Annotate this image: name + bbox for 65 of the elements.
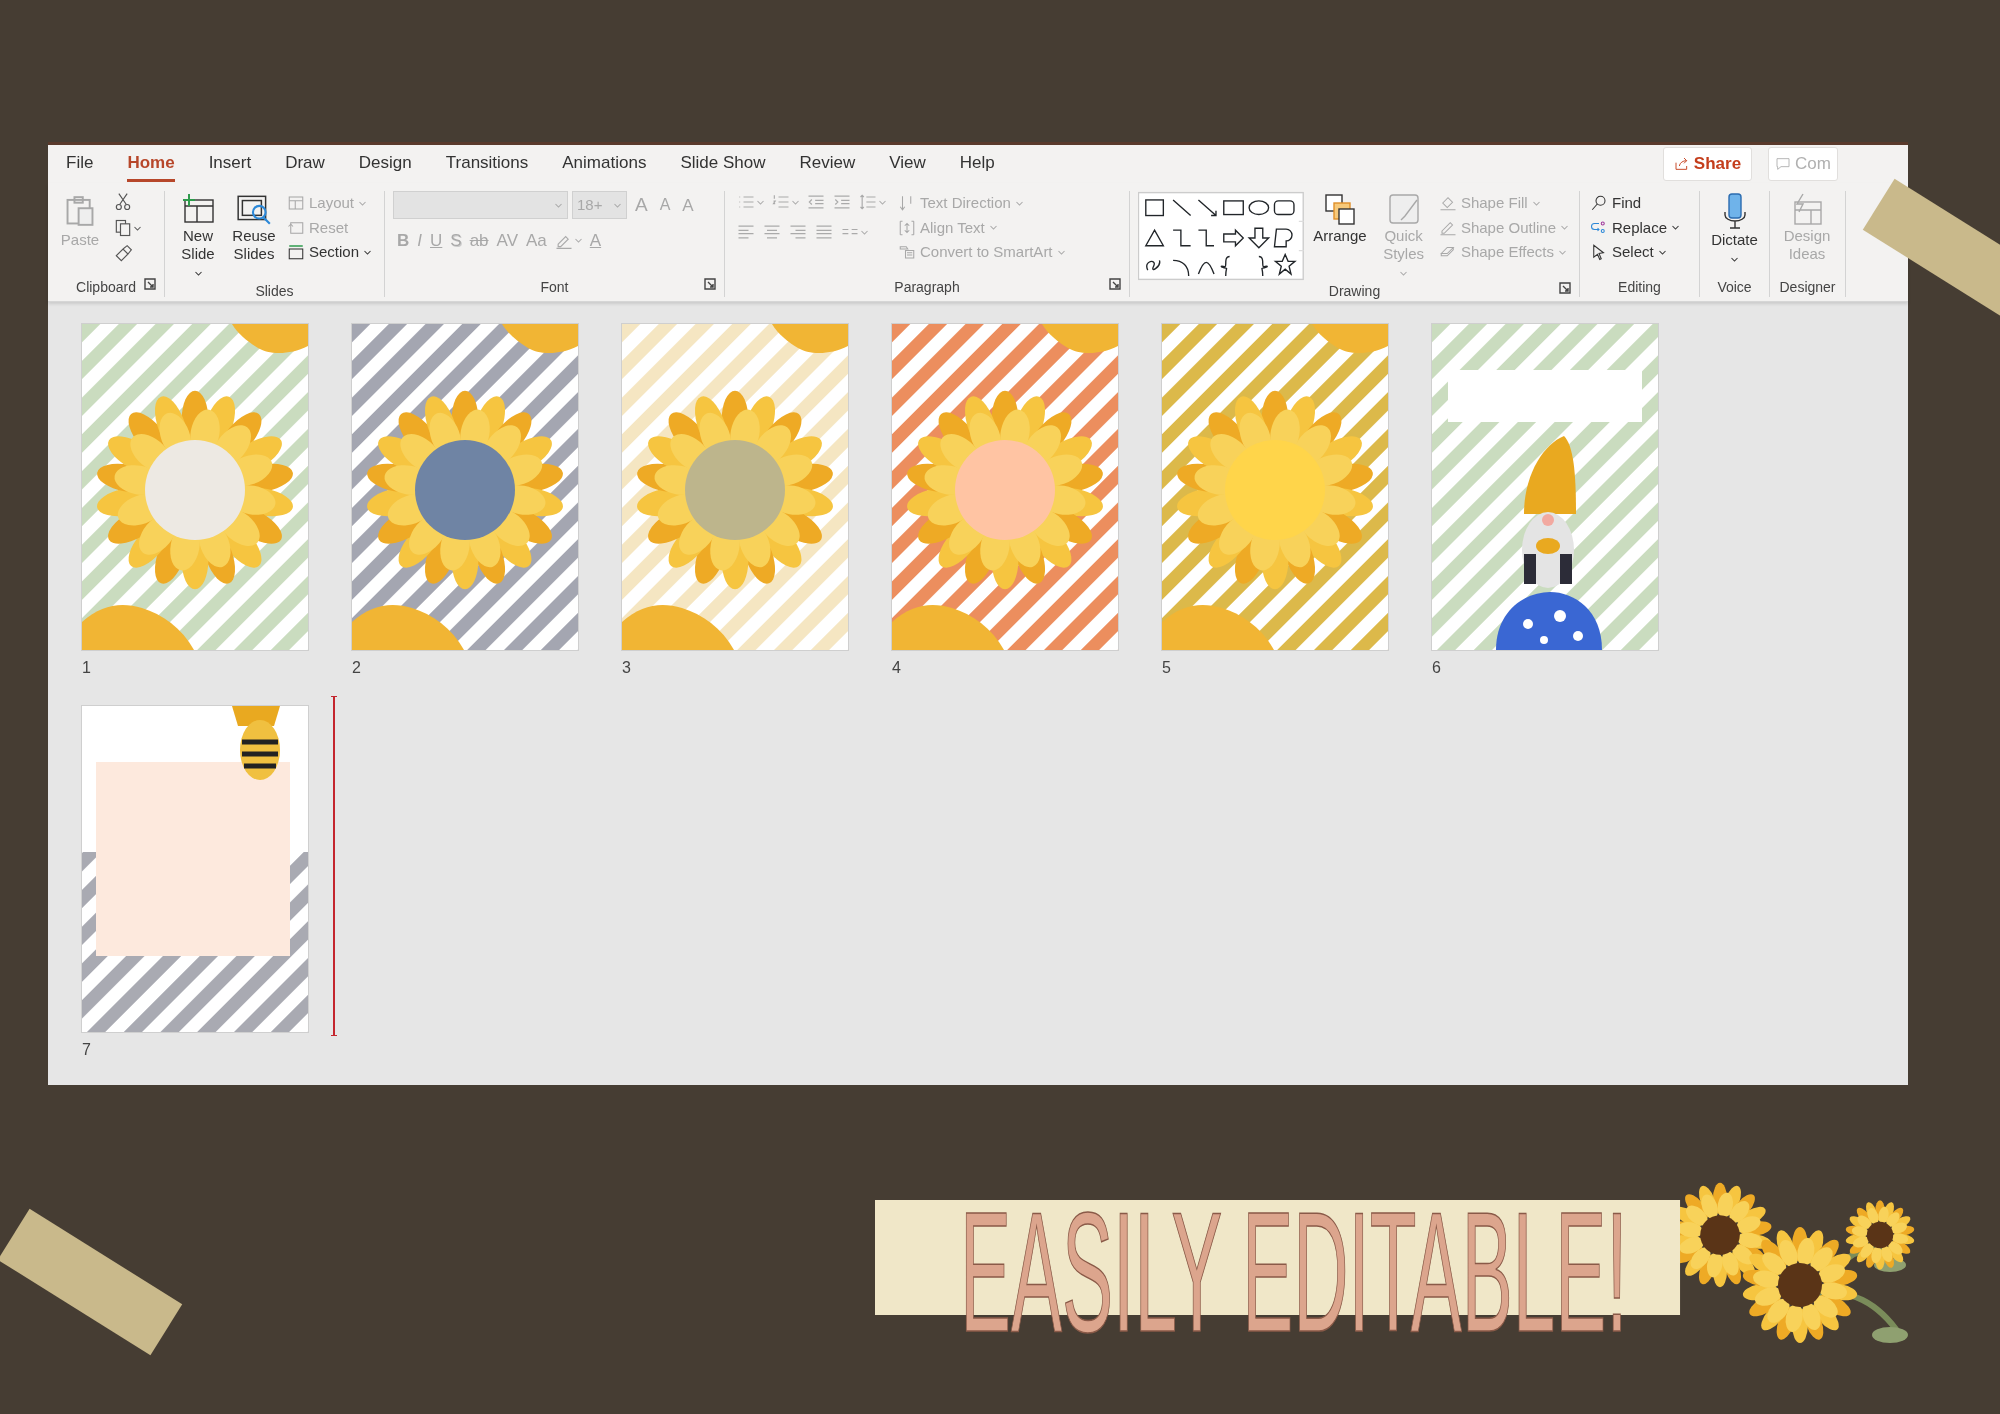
section-button[interactable]: Section: [285, 240, 375, 265]
shapes-gallery[interactable]: [1138, 191, 1304, 281]
menu-tab[interactable]: Design: [358, 146, 412, 182]
caret-icon: [988, 223, 998, 233]
group-label: Paragraph: [894, 277, 960, 297]
slide-thumbnail[interactable]: [622, 324, 848, 650]
line-spacing-icon: [858, 192, 878, 212]
section-icon: [287, 243, 305, 262]
group-label: Clipboard: [76, 277, 136, 297]
slide-thumbnail[interactable]: [352, 324, 578, 650]
group-label: Font: [540, 277, 569, 297]
group-label: Editing: [1618, 277, 1661, 297]
slide-thumbnail[interactable]: [892, 324, 1118, 650]
dialog-launcher-icon[interactable]: [1559, 282, 1571, 295]
dialog-launcher-icon[interactable]: [704, 278, 716, 291]
slide-thumbnail[interactable]: [82, 324, 308, 650]
slide-thumbnail[interactable]: [1162, 324, 1388, 650]
format-painter-icon: [113, 244, 133, 264]
dialog-launcher-icon[interactable]: [144, 278, 156, 291]
quick-styles-icon: [1386, 191, 1421, 227]
microphone-icon: [1721, 191, 1748, 231]
comment-icon: [1775, 156, 1792, 172]
menu-tab[interactable]: Review: [799, 146, 856, 182]
select-button[interactable]: Select: [1588, 240, 1683, 265]
menu-tab[interactable]: Draw: [285, 146, 325, 182]
slide-number: 3: [622, 659, 631, 676]
search-icon: [1590, 194, 1608, 213]
caret-icon: [1560, 223, 1569, 233]
menu-tab[interactable]: Animations: [562, 146, 647, 182]
slide-thumbnail[interactable]: [82, 706, 308, 1032]
slide-number: 6: [1432, 659, 1441, 676]
find-button[interactable]: Find: [1588, 191, 1683, 216]
group-label: Slides: [255, 281, 294, 301]
reuse-slides-button[interactable]: Reuse Slides: [229, 191, 279, 263]
menu-tab[interactable]: Transitions: [445, 146, 529, 182]
menu-tab[interactable]: Help: [959, 146, 995, 182]
menu-tab[interactable]: File: [66, 146, 94, 182]
menu-tab[interactable]: Slide Show: [680, 146, 766, 182]
align-text-icon: [898, 218, 916, 237]
slide-number: 1: [82, 659, 91, 676]
group-label: Designer: [1779, 277, 1836, 297]
paint-bucket-icon: [1438, 194, 1457, 213]
dictate-button[interactable]: Dictate: [1708, 191, 1761, 267]
arrange-icon: [1322, 191, 1357, 227]
cut-icon: [113, 192, 133, 212]
slide-thumbnail[interactable]: [1432, 324, 1658, 650]
arrange-button[interactable]: Arrange: [1309, 191, 1371, 245]
group-label: Drawing: [1328, 281, 1381, 301]
slide-number: 5: [1162, 659, 1171, 676]
layout-icon: [287, 194, 305, 213]
share-icon: [1673, 156, 1690, 172]
menu-tab[interactable]: View: [889, 146, 926, 182]
slide-number: 7: [82, 1041, 91, 1058]
copy-icon: [113, 218, 133, 238]
slide-number: 2: [352, 659, 361, 676]
replace-button[interactable]: Replace: [1588, 215, 1683, 240]
menu-tab[interactable]: Insert: [208, 146, 252, 182]
share-button[interactable]: Share: [1662, 147, 1753, 181]
caret-icon: [1671, 223, 1681, 233]
new-slide-button[interactable]: New Slide: [173, 191, 223, 281]
comments-button[interactable]: Com: [1768, 147, 1838, 181]
dialog-launcher-icon[interactable]: [1109, 278, 1121, 291]
group-label: Voice: [1717, 277, 1752, 297]
smartart-icon: [898, 243, 916, 262]
slide-number: 4: [892, 659, 901, 676]
